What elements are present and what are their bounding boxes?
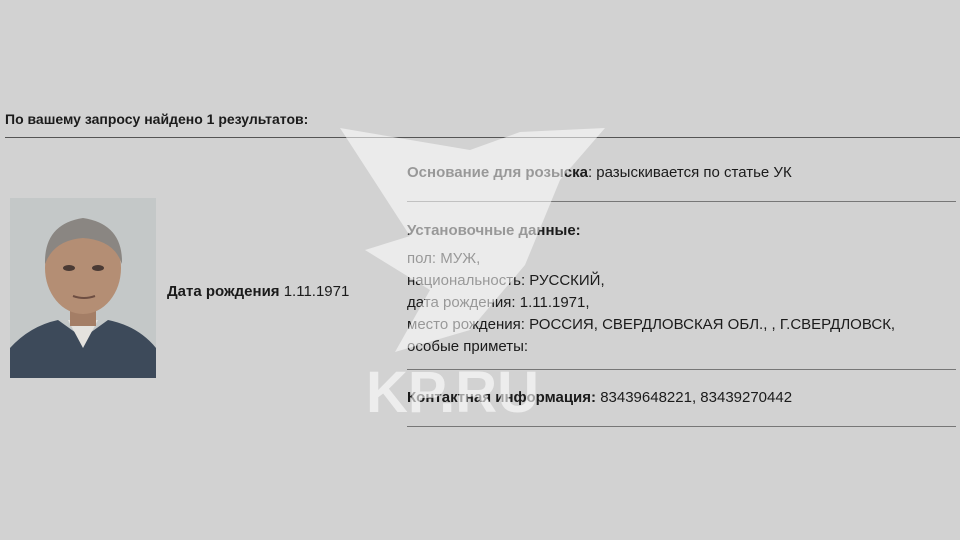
person-photo <box>10 198 156 378</box>
features-line: особые приметы: <box>407 338 529 355</box>
contact-info: Контактная информация: 83439648221, 8343… <box>407 389 792 406</box>
nationality-line: национальность: РУССКИЙ, <box>407 272 605 289</box>
birth-place-line: место рождения: РОССИЯ, СВЕРДЛОВСКАЯ ОБЛ… <box>407 316 896 333</box>
birth-date-field: Дата рождения 1.11.1971 <box>167 283 349 300</box>
divider <box>407 426 956 427</box>
identity-list: пол: МУЖ, национальность: РУССКИЙ, дата … <box>407 248 960 358</box>
results-summary: По вашему запросу найдено 1 результатов: <box>5 111 309 127</box>
gender-line: пол: МУЖ, <box>407 250 481 267</box>
contact-value: 83439648221, 83439270442 <box>600 389 793 406</box>
contact-label: Контактная информация: <box>407 389 597 406</box>
birth-date-line: дата рождения: 1.11.1971, <box>407 294 590 311</box>
search-basis-label: Основание для розыска <box>407 164 588 181</box>
identity-header: Установочные данные: <box>407 222 581 239</box>
search-basis: Основание для розыска: разыскивается по … <box>407 164 792 181</box>
search-basis-value: : разыскивается по статье УК <box>587 164 792 181</box>
birth-date-label: Дата рождения <box>167 283 280 300</box>
divider <box>407 201 956 202</box>
divider <box>5 137 960 138</box>
birth-date-value: 1.11.1971 <box>283 283 350 300</box>
divider <box>407 369 956 370</box>
